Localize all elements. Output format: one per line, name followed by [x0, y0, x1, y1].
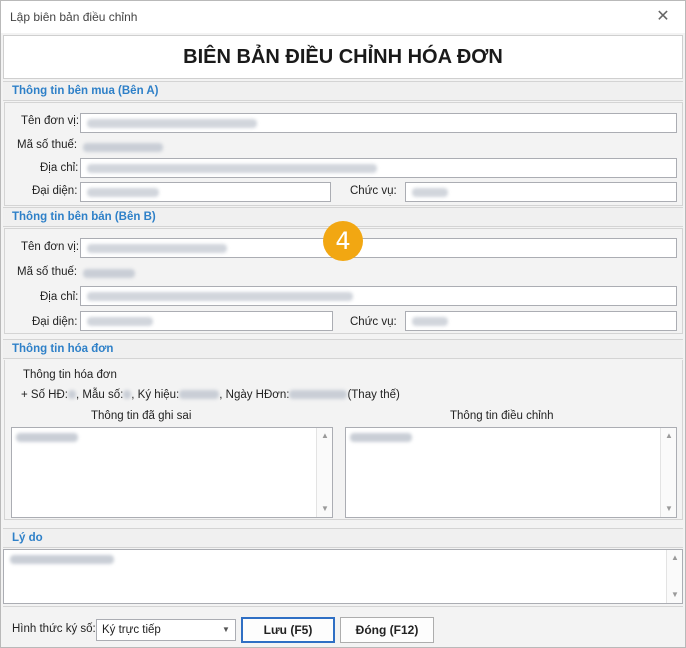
buyer-position-field[interactable] [405, 182, 677, 202]
scroll-up-arrow-icon[interactable]: ▲ [317, 428, 333, 444]
invoice-date-label: , Ngày HĐơn: [219, 389, 290, 401]
buyer-section: Tên đơn vị: Mã số thuế: Địa chỉ: Đại diệ… [4, 102, 683, 206]
buyer-address-field[interactable] [80, 158, 677, 178]
seller-tax-label: Mã số thuế: [17, 266, 78, 278]
chevron-down-icon[interactable]: ▼ [220, 620, 232, 640]
adjust-info-scrollbar[interactable]: ▲ ▼ [660, 428, 676, 517]
buyer-tax-label: Mã số thuế: [17, 139, 78, 151]
step-badge: 4 [323, 221, 363, 261]
wrong-info-scrollbar[interactable]: ▲ ▼ [316, 428, 332, 517]
invoice-symbol-label: , Ký hiệu: [131, 389, 180, 401]
seller-name-label: Tên đơn vị: [21, 241, 80, 253]
buyer-address-label: Địa chỉ: [40, 162, 79, 174]
scroll-up-arrow-icon[interactable]: ▲ [667, 550, 683, 566]
invoice-subtitle: Thông tin hóa đơn [23, 369, 117, 381]
wrong-info-label: Thông tin đã ghi sai [91, 410, 192, 422]
seller-address-label: Địa chỉ: [40, 291, 79, 303]
reason-scrollbar[interactable]: ▲ ▼ [666, 550, 682, 603]
seller-position-label: Chức vụ: [350, 316, 397, 328]
invoice-section-header: Thông tin hóa đơn [3, 339, 683, 359]
invoice-info-line: + Số HĐ: , Mẫu số: , Ký hiệu: , Ngày HĐơn: (… [21, 389, 400, 401]
scroll-up-arrow-icon[interactable]: ▲ [661, 428, 677, 444]
seller-position-field[interactable] [405, 311, 677, 331]
wrong-info-textarea[interactable]: ▲ ▼ [11, 427, 333, 518]
buyer-name-field[interactable] [80, 113, 677, 133]
invoice-replace-note: (Thay thế) [347, 389, 400, 401]
document-title-box: BIÊN BẢN ĐIỀU CHỈNH HÓA ĐƠN [3, 35, 683, 79]
buyer-name-label: Tên đơn vị: [21, 115, 80, 127]
sign-method-label: Hình thức ký số: [12, 623, 96, 635]
seller-name-field[interactable] [80, 238, 677, 258]
buyer-rep-field[interactable] [80, 182, 331, 202]
adjust-info-label: Thông tin điều chỉnh [450, 410, 554, 422]
adjust-info-textarea[interactable]: ▲ ▼ [345, 427, 677, 518]
sign-method-value: Ký trực tiếp [102, 624, 161, 636]
invoice-number-label: + Số HĐ: [21, 389, 68, 401]
window-title: Lập biên bản điều chỉnh [10, 10, 138, 24]
seller-tax-value [80, 265, 200, 283]
sign-method-select[interactable]: Ký trực tiếp ▼ [96, 619, 236, 641]
title-bar: Lập biên bản điều chỉnh ✕ [1, 1, 685, 33]
buyer-tax-value [80, 139, 200, 157]
footer-bar: Hình thức ký số: Ký trực tiếp ▼ Lưu (F5)… [3, 606, 683, 646]
scroll-down-arrow-icon[interactable]: ▼ [317, 501, 333, 517]
seller-address-field[interactable] [80, 286, 677, 306]
invoice-form-label: , Mẫu số: [75, 389, 124, 401]
save-button[interactable]: Lưu (F5) [241, 617, 335, 643]
close-icon[interactable]: ✕ [651, 5, 675, 29]
seller-rep-field[interactable] [80, 311, 333, 331]
scroll-down-arrow-icon[interactable]: ▼ [661, 501, 677, 517]
buyer-section-header: Thông tin bên mua (Bên A) [3, 81, 683, 101]
reason-textarea[interactable]: ▲ ▼ [3, 549, 683, 604]
buyer-rep-label: Đại diện: [32, 185, 78, 197]
scroll-down-arrow-icon[interactable]: ▼ [667, 587, 683, 603]
document-title: BIÊN BẢN ĐIỀU CHỈNH HÓA ĐƠN [183, 46, 503, 68]
dialog-window: Lập biên bản điều chỉnh ✕ BIÊN BẢN ĐIỀU … [0, 0, 686, 648]
buyer-position-label: Chức vụ: [350, 185, 397, 197]
seller-rep-label: Đại diện: [32, 316, 78, 328]
close-button[interactable]: Đóng (F12) [340, 617, 434, 643]
invoice-section: Thông tin hóa đơn + Số HĐ: , Mẫu số: , Ký … [4, 360, 683, 520]
reason-section-header: Lý do [3, 528, 683, 548]
